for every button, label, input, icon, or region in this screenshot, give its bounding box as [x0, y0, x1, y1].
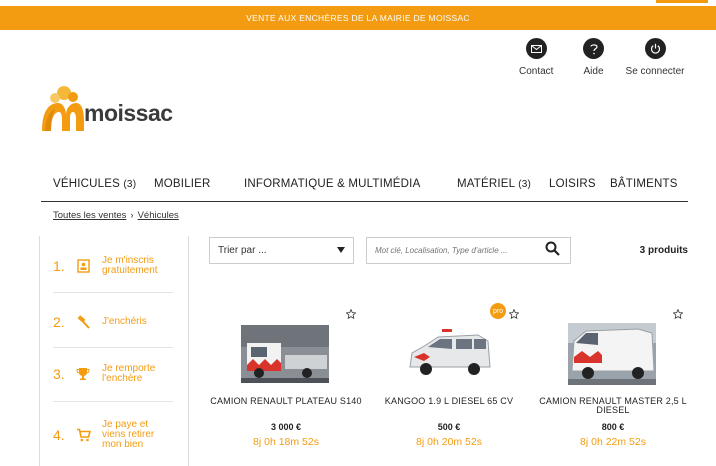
help-label: Aide — [583, 66, 604, 77]
product-timer: 8j 0h 18m 52s — [253, 436, 319, 448]
step-4[interactable]: 4. Je paye et viens retirer mon bien — [53, 420, 172, 450]
star-icon[interactable] — [345, 306, 357, 324]
nav-loisirs-label: LOISIRS — [549, 178, 596, 190]
step-3[interactable]: 3. Je remporte l'enchère — [53, 364, 172, 384]
product-timer: 8j 0h 20m 52s — [416, 436, 482, 448]
help-link[interactable]: Aide — [583, 38, 604, 77]
product-photo-truck-plateau[interactable] — [241, 325, 329, 383]
nav-loisirs[interactable]: LOISIRS — [549, 178, 596, 190]
steps-sidebar: 1. Je m'inscris gratuitement 2. J'enchér… — [39, 236, 189, 466]
product-card[interactable]: CAMION RENAULT PLATEAU S140 3 000 € 8j 0… — [208, 300, 364, 466]
step-divider — [53, 401, 173, 402]
logo-text[interactable]: moissac — [84, 100, 173, 127]
product-price: 500 € — [437, 422, 461, 432]
nav-batiments[interactable]: BÂTIMENTS — [610, 178, 678, 190]
nav-materiel-count: (3) — [518, 179, 532, 190]
search-icon[interactable] — [545, 241, 560, 261]
contact-label: Contact — [519, 66, 554, 77]
breadcrumb-separator: › — [130, 210, 134, 221]
sort-label: Trier par ... — [218, 245, 267, 256]
step-4-number: 4. — [53, 427, 65, 443]
envelope-icon — [525, 38, 547, 59]
category-nav: VÉHICULES (3) MOBILIER INFORMATIQUE & MU… — [41, 172, 688, 202]
step-2-text: J'enchéris — [102, 316, 147, 327]
product-photo-master[interactable] — [568, 323, 656, 385]
nav-informatique-label: INFORMATIQUE & MULTIMÉDIA — [244, 178, 421, 190]
breadcrumb: Toutes les ventes › Véhicules — [53, 210, 179, 221]
nav-mobilier-label: MOBILIER — [154, 178, 211, 190]
step-divider — [53, 347, 173, 348]
product-card[interactable]: pro KANGOO 1.9 L DIESEL 65 CV 500 € 8j 0… — [371, 300, 527, 466]
pro-badge: pro — [490, 303, 506, 319]
nav-vehicules-label: VÉHICULES — [53, 178, 120, 190]
question-icon — [583, 38, 604, 59]
gavel-icon — [75, 314, 91, 330]
step-divider — [53, 292, 173, 293]
nav-materiel-label: MATÉRIEL — [457, 178, 515, 190]
login-label: Se connecter — [625, 66, 685, 77]
product-title[interactable]: KANGOO 1.9 L DIESEL 65 CV — [371, 397, 527, 406]
nav-vehicules[interactable]: VÉHICULES (3) — [53, 178, 136, 190]
top-tab — [656, 0, 708, 3]
product-price: 800 € — [601, 422, 625, 432]
product-price: 3 000 € — [270, 422, 302, 432]
breadcrumb-home[interactable]: Toutes les ventes — [53, 210, 126, 221]
search-input[interactable] — [375, 246, 545, 255]
search-box — [366, 237, 571, 264]
login-link[interactable]: Se connecter — [622, 38, 688, 77]
step-2[interactable]: 2. J'enchéris — [53, 314, 172, 330]
step-1[interactable]: 1. Je m'inscris gratuitement — [53, 256, 172, 276]
top-banner: VENTE AUX ENCHÈRES DE LA MAIRIE DE MOISS… — [0, 6, 716, 30]
nav-vehicules-count: (3) — [123, 179, 137, 190]
product-count: 3 produits — [639, 245, 688, 256]
product-card[interactable]: CAMION RENAULT MASTER 2,5 L DIESEL 800 €… — [535, 300, 691, 466]
nav-batiments-label: BÂTIMENTS — [610, 178, 678, 190]
cart-icon — [75, 427, 91, 443]
id-card-icon — [75, 258, 91, 274]
contact-link[interactable]: Contact — [519, 38, 553, 77]
banner-text: VENTE AUX ENCHÈRES DE LA MAIRIE DE MOISS… — [246, 13, 470, 23]
step-3-number: 3. — [53, 366, 65, 382]
product-title[interactable]: CAMION RENAULT MASTER 2,5 L DIESEL — [535, 397, 691, 415]
step-4-text: Je paye et viens retirer mon bien — [102, 419, 155, 450]
product-title[interactable]: CAMION RENAULT PLATEAU S140 — [208, 397, 364, 406]
nav-informatique[interactable]: INFORMATIQUE & MULTIMÉDIA — [244, 178, 420, 190]
power-icon — [644, 38, 666, 59]
caret-down-icon — [337, 245, 345, 256]
nav-materiel[interactable]: MATÉRIEL (3) — [457, 178, 531, 190]
sort-dropdown[interactable]: Trier par ... — [209, 237, 354, 264]
step-2-number: 2. — [53, 314, 65, 330]
step-3-text: Je remporte l'enchère — [102, 363, 156, 384]
breadcrumb-current[interactable]: Véhicules — [138, 210, 179, 221]
nav-mobilier[interactable]: MOBILIER — [154, 178, 211, 190]
product-timer: 8j 0h 22m 52s — [580, 436, 646, 448]
step-1-number: 1. — [53, 258, 65, 274]
star-icon[interactable] — [672, 306, 684, 324]
product-photo-kangoo[interactable] — [404, 325, 492, 383]
trophy-icon — [75, 366, 91, 382]
step-1-text: Je m'inscris gratuitement — [102, 255, 158, 276]
star-icon[interactable] — [508, 306, 520, 324]
